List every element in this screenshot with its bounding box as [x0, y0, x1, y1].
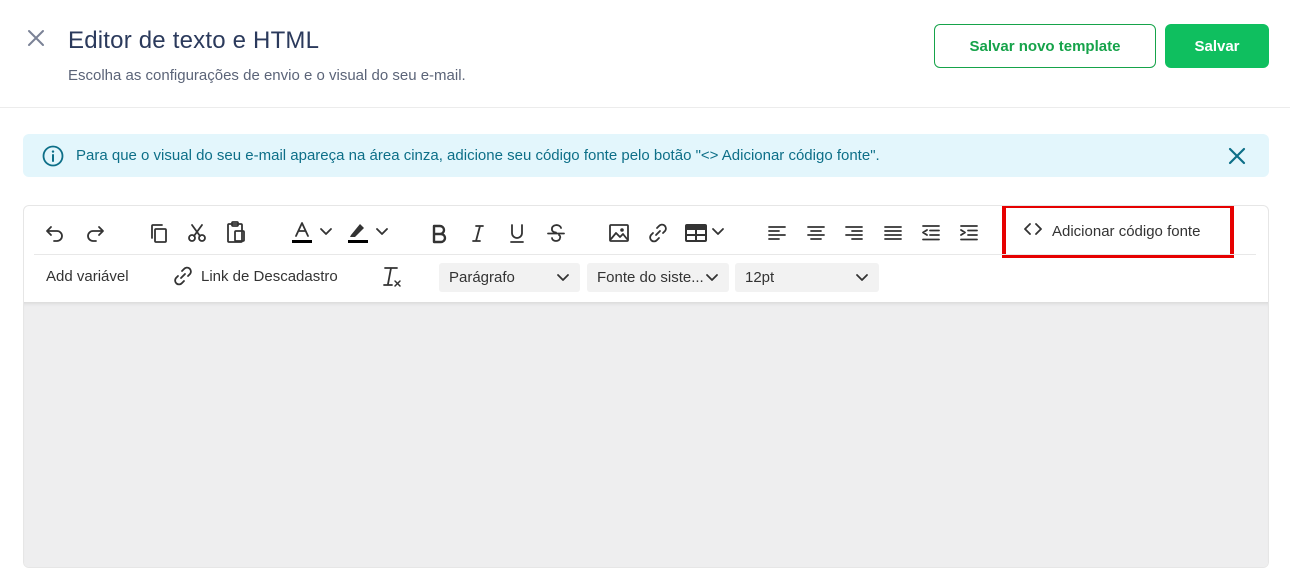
align-center-icon[interactable]: [803, 220, 829, 246]
save-button[interactable]: Salvar: [1165, 24, 1269, 68]
block-format-select[interactable]: Parágrafo: [439, 263, 580, 292]
link-icon[interactable]: [172, 265, 194, 287]
add-variable-button[interactable]: Add variável: [46, 268, 129, 285]
highlight-color-icon[interactable]: [344, 219, 372, 247]
close-icon[interactable]: [24, 26, 48, 50]
add-source-code-label: Adicionar código fonte: [1052, 222, 1201, 240]
font-size-value: 12pt: [745, 269, 775, 286]
font-family-value: Fonte do siste...: [597, 269, 704, 286]
italic-icon[interactable]: [465, 220, 491, 246]
align-right-icon[interactable]: [841, 220, 867, 246]
chevron-down-icon: [706, 273, 718, 281]
page-subtitle: Escolha as configurações de envio e o vi…: [68, 67, 466, 84]
alert-message: Para que o visual do seu e-mail apareça …: [76, 147, 880, 164]
image-icon[interactable]: [606, 220, 632, 246]
toolbar-row-1: Adicionar código fonte: [24, 206, 1268, 258]
table-icon[interactable]: [682, 220, 710, 246]
chevron-down-icon[interactable]: [318, 223, 334, 241]
underline-icon[interactable]: [504, 220, 530, 246]
info-alert: Para que o visual do seu e-mail apareça …: [23, 134, 1269, 177]
strikethrough-icon[interactable]: [543, 220, 569, 246]
cut-icon[interactable]: [184, 220, 210, 246]
undo-icon[interactable]: [42, 220, 68, 246]
align-left-icon[interactable]: [764, 220, 790, 246]
chevron-down-icon[interactable]: [710, 223, 726, 241]
rich-text-editor: Adicionar código fonte Add variável Link…: [23, 205, 1269, 568]
bold-icon[interactable]: [426, 220, 452, 246]
alert-close-icon[interactable]: [1227, 146, 1247, 166]
info-icon: [42, 145, 64, 167]
chevron-down-icon[interactable]: [374, 223, 390, 241]
unsubscribe-link-button[interactable]: Link de Descadastro: [201, 268, 338, 285]
font-size-select[interactable]: 12pt: [735, 263, 879, 292]
save-new-template-button[interactable]: Salvar novo template: [934, 24, 1156, 68]
chevron-down-icon: [557, 273, 569, 281]
outdent-icon[interactable]: [918, 220, 944, 246]
redo-icon[interactable]: [82, 220, 108, 246]
copy-icon[interactable]: [146, 220, 172, 246]
chevron-down-icon: [856, 273, 868, 281]
toolbar-row-2: Add variável Link de Descadastro Parágra…: [24, 255, 1268, 301]
text-color-icon[interactable]: [288, 219, 316, 247]
indent-icon[interactable]: [956, 220, 982, 246]
align-justify-icon[interactable]: [880, 220, 906, 246]
font-family-select[interactable]: Fonte do siste...: [587, 263, 729, 292]
link-icon[interactable]: [645, 220, 671, 246]
add-source-code-button[interactable]: Adicionar código fonte: [1002, 206, 1234, 258]
page-title: Editor de texto e HTML: [68, 27, 320, 54]
editor-content-area[interactable]: [24, 302, 1268, 567]
paste-icon[interactable]: [223, 219, 249, 245]
code-icon: [1024, 222, 1042, 240]
clear-formatting-icon[interactable]: [380, 264, 404, 290]
block-format-value: Parágrafo: [449, 269, 515, 286]
page-header: Editor de texto e HTML Escolha as config…: [0, 0, 1290, 108]
